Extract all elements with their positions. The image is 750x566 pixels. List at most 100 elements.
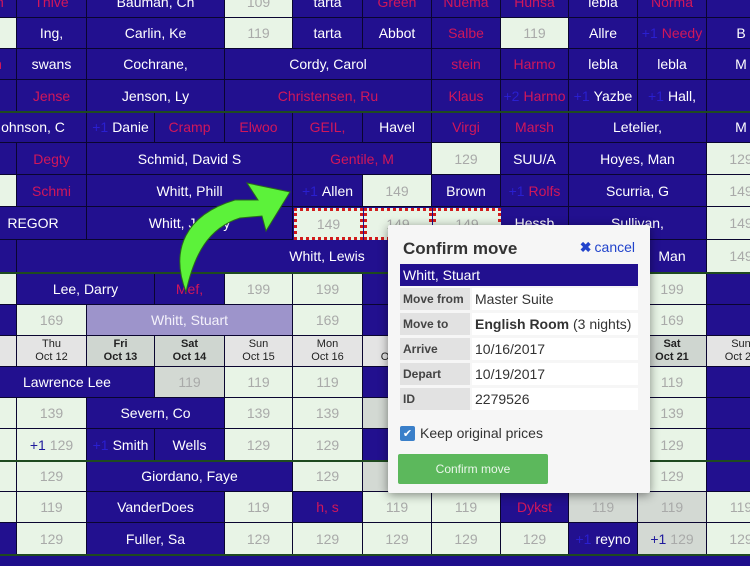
available-cell[interactable]: 119 bbox=[17, 492, 87, 523]
available-cell[interactable] bbox=[0, 429, 17, 461]
available-cell[interactable]: +1 129 bbox=[17, 429, 87, 461]
booking-cell[interactable]: +1 Allen bbox=[293, 175, 363, 207]
booking-cell[interactable]: +1 Yazbe bbox=[569, 80, 638, 112]
available-cell[interactable]: 129 bbox=[225, 429, 293, 461]
booking-cell[interactable]: Schmi bbox=[17, 175, 87, 207]
booking-cell[interactable]: Cramp bbox=[155, 112, 225, 143]
booking-cell[interactable]: M bbox=[707, 49, 750, 80]
booking-cell[interactable]: Mef, bbox=[155, 273, 225, 305]
available-cell[interactable]: 119 bbox=[432, 492, 501, 523]
booking-cell[interactable] bbox=[0, 143, 17, 175]
available-cell[interactable]: 129 bbox=[17, 523, 87, 555]
available-cell[interactable] bbox=[0, 175, 17, 207]
booking-cell[interactable]: Hunsa bbox=[501, 0, 569, 18]
booking-cell[interactable]: Marsh bbox=[501, 112, 569, 143]
booking-cell[interactable] bbox=[0, 80, 17, 112]
booking-cell[interactable]: VanderDoes bbox=[87, 492, 225, 523]
booking-cell[interactable]: Degty bbox=[17, 143, 87, 175]
available-cell[interactable]: 139 bbox=[293, 398, 363, 429]
available-cell[interactable] bbox=[0, 18, 17, 49]
booking-cell[interactable]: Fuller, Sa bbox=[87, 523, 225, 555]
available-cell[interactable]: 169 bbox=[293, 305, 363, 336]
booking-cell[interactable]: B bbox=[707, 18, 750, 49]
booking-cell[interactable]: GEIL, bbox=[293, 112, 363, 143]
booking-cell[interactable]: Cordy, Carol bbox=[225, 49, 432, 80]
booking-cell[interactable]: Wells bbox=[155, 429, 225, 461]
booking-cell[interactable]: +1 Smith bbox=[87, 429, 155, 461]
available-cell[interactable]: 139 bbox=[17, 398, 87, 429]
booking-cell[interactable] bbox=[0, 305, 17, 336]
booking-cell[interactable]: +1 reyno bbox=[569, 523, 638, 555]
booking-cell[interactable]: tarta bbox=[293, 18, 363, 49]
available-cell[interactable]: 119 bbox=[225, 492, 293, 523]
booking-cell[interactable] bbox=[707, 80, 750, 112]
booking-cell[interactable] bbox=[707, 0, 750, 18]
booking-cell[interactable]: Elwoo bbox=[225, 112, 293, 143]
available-cell[interactable]: 129 bbox=[432, 143, 501, 175]
available-cell[interactable]: 129 bbox=[293, 429, 363, 461]
booking-cell[interactable]: lebla bbox=[569, 0, 638, 18]
booking-cell[interactable]: Virgi bbox=[432, 112, 501, 143]
available-cell[interactable]: 149 bbox=[707, 175, 750, 207]
available-cell[interactable]: 119 bbox=[293, 367, 363, 398]
booking-cell[interactable]: Abbot bbox=[363, 18, 432, 49]
booking-cell[interactable] bbox=[0, 240, 17, 273]
booking-cell[interactable]: Norma bbox=[638, 0, 707, 18]
selected-booking-cell[interactable]: Whitt, Stuart bbox=[87, 305, 293, 336]
booking-cell[interactable]: Cochrane, bbox=[87, 49, 225, 80]
booking-cell[interactable]: Harmo bbox=[501, 49, 569, 80]
cancel-button[interactable]: ✖ cancel bbox=[580, 239, 635, 256]
keep-prices-checkbox[interactable]: ✔ Keep original prices bbox=[400, 425, 543, 441]
booking-cell[interactable]: M bbox=[707, 112, 750, 143]
available-cell[interactable]: 129 bbox=[225, 523, 293, 555]
available-cell[interactable]: 199 bbox=[225, 273, 293, 305]
booking-cell[interactable]: stein bbox=[432, 49, 501, 80]
available-cell[interactable]: 119 bbox=[501, 18, 569, 49]
booking-cell[interactable]: +1 Danie bbox=[87, 112, 155, 143]
available-cell[interactable]: +1 129 bbox=[638, 523, 707, 555]
available-cell[interactable]: 149 bbox=[363, 175, 432, 207]
drop-target-cell[interactable]: 149 bbox=[294, 208, 363, 240]
booking-cell[interactable] bbox=[707, 305, 750, 336]
booking-cell[interactable]: Schmid, David S bbox=[87, 143, 293, 175]
booking-cell[interactable]: lebla bbox=[569, 49, 638, 80]
available-cell[interactable]: 129 bbox=[707, 143, 750, 175]
available-cell[interactable]: 129 bbox=[707, 523, 750, 555]
booking-cell[interactable]: Salbe bbox=[432, 18, 501, 49]
booking-cell[interactable]: tarta bbox=[293, 0, 363, 18]
available-cell[interactable]: 119 bbox=[569, 492, 638, 523]
booking-cell[interactable]: +1 Needy bbox=[638, 18, 707, 49]
available-cell[interactable]: 119 bbox=[363, 492, 432, 523]
booking-cell[interactable]: Brown bbox=[432, 175, 501, 207]
booking-cell[interactable]: Lee, Darry bbox=[17, 273, 155, 305]
booking-cell[interactable]: Gentile, M bbox=[293, 143, 432, 175]
checkmark-icon[interactable]: ✔ bbox=[400, 425, 415, 441]
available-cell[interactable]: 139 bbox=[225, 398, 293, 429]
available-cell[interactable]: 119 bbox=[155, 367, 225, 398]
booking-cell[interactable]: +2 Harmo bbox=[501, 80, 569, 112]
booking-cell[interactable] bbox=[707, 367, 750, 398]
booking-cell[interactable]: n bbox=[0, 49, 17, 80]
available-cell[interactable]: 129 bbox=[432, 523, 501, 555]
booking-cell[interactable]: h, s bbox=[293, 492, 363, 523]
booking-cell[interactable]: ohnson, C bbox=[0, 112, 87, 143]
booking-cell[interactable]: Severn, Co bbox=[87, 398, 225, 429]
confirm-move-button[interactable]: Confirm move bbox=[398, 454, 548, 484]
available-cell[interactable]: 119 bbox=[638, 492, 707, 523]
available-cell[interactable]: 149 bbox=[707, 207, 750, 240]
booking-cell[interactable]: Green bbox=[363, 0, 432, 18]
booking-cell[interactable]: Allre bbox=[569, 18, 638, 49]
booking-cell[interactable] bbox=[707, 429, 750, 461]
available-cell[interactable]: 129 bbox=[501, 523, 569, 555]
booking-cell[interactable]: +1 Rolfs bbox=[501, 175, 569, 207]
booking-cell[interactable]: Giordano, Faye bbox=[87, 461, 293, 492]
available-cell[interactable]: 169 bbox=[17, 305, 87, 336]
booking-cell[interactable]: Thive bbox=[17, 0, 87, 18]
booking-cell[interactable]: Jense bbox=[17, 80, 87, 112]
booking-cell[interactable]: +1 Hall, bbox=[638, 80, 707, 112]
booking-cell[interactable]: Carlin, Ke bbox=[87, 18, 225, 49]
booking-cell[interactable]: Lawrence Lee bbox=[0, 367, 155, 398]
booking-cell[interactable] bbox=[0, 523, 17, 555]
booking-cell[interactable]: Havel bbox=[363, 112, 432, 143]
available-cell[interactable] bbox=[0, 461, 17, 492]
